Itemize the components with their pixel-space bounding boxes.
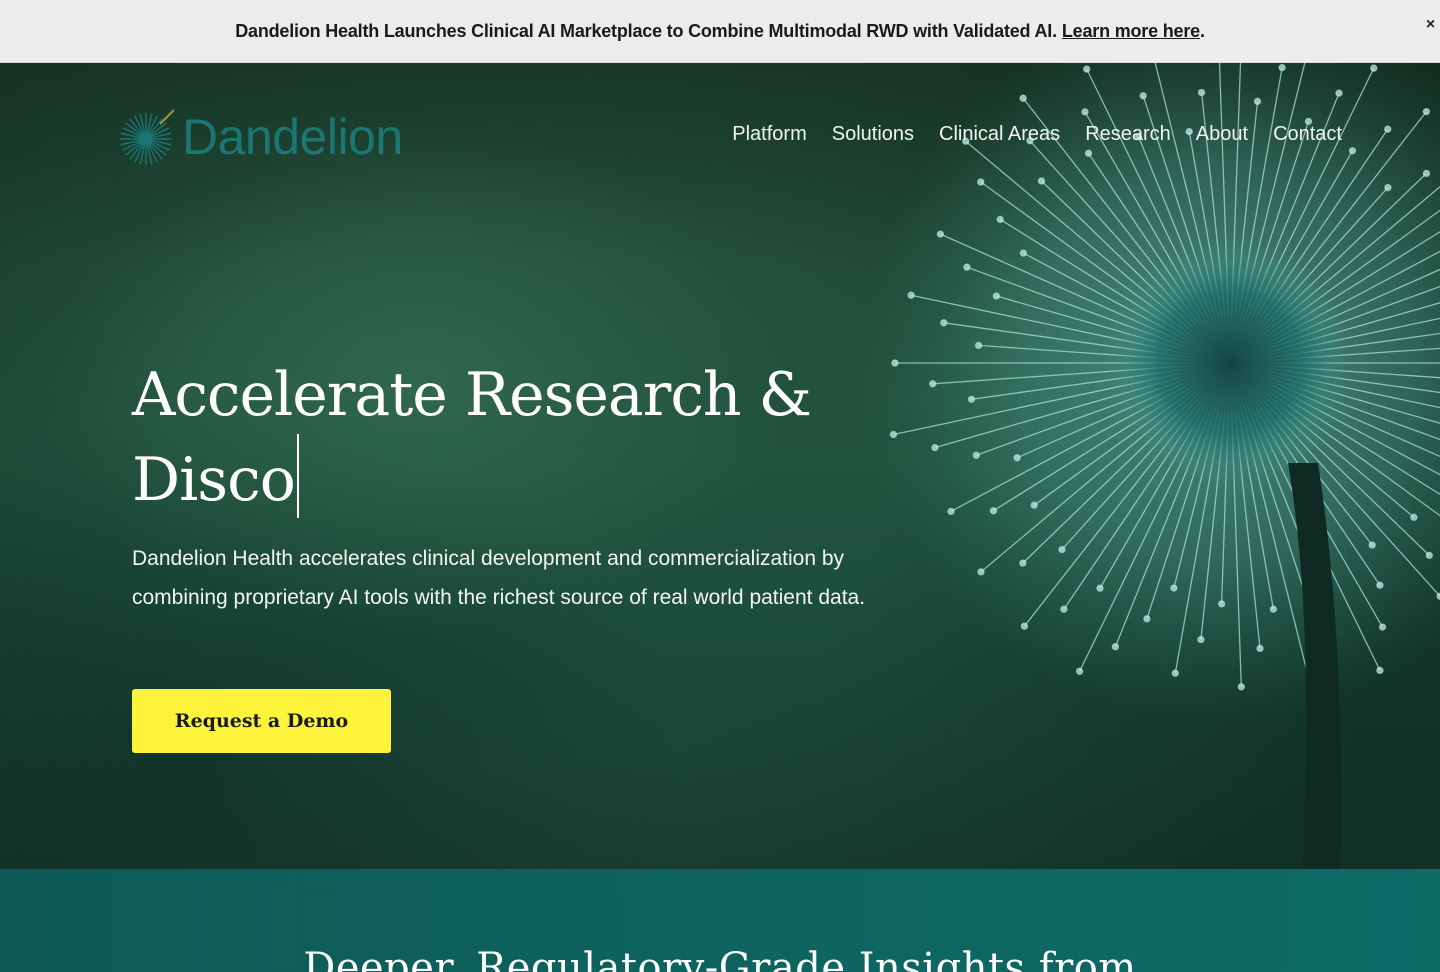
brand-logo[interactable]: Dandelion xyxy=(116,106,403,168)
headline-line-2: Disco xyxy=(132,445,296,515)
hero-section: Dandelion Platform Solutions Clinical Ar… xyxy=(0,63,1440,869)
dandelion-photo xyxy=(860,63,1440,869)
close-icon[interactable]: × xyxy=(1426,16,1435,34)
nav-clinical-areas[interactable]: Clinical Areas xyxy=(939,123,1060,146)
announcement-period: . xyxy=(1199,20,1205,41)
learn-more-link[interactable]: Learn more here xyxy=(1062,21,1200,42)
main-nav: Platform Solutions Clinical Areas Resear… xyxy=(707,123,1342,146)
brand-name: Dandelion xyxy=(182,109,403,165)
request-demo-button[interactable]: Request a Demo xyxy=(132,689,391,753)
nav-research[interactable]: Research xyxy=(1085,123,1171,146)
dandelion-seed-logo-icon xyxy=(120,109,175,165)
announcement-bar: Dandelion Health Launches Clinical AI Ma… xyxy=(0,0,1440,63)
nav-solutions[interactable]: Solutions xyxy=(832,123,914,146)
hero-subcopy: Dandelion Health accelerates clinical de… xyxy=(132,547,866,609)
insights-heading: Deeper, Regulatory-Grade Insights from xyxy=(303,945,1137,972)
hero-headline: Accelerate Research & Disco xyxy=(132,356,892,519)
insights-section: Deeper, Regulatory-Grade Insights from xyxy=(0,869,1440,972)
headline-line-1: Accelerate Research & xyxy=(132,360,812,430)
nav-contact[interactable]: Contact xyxy=(1273,123,1342,146)
nav-platform[interactable]: Platform xyxy=(732,123,806,146)
announcement-text: Dandelion Health Launches Clinical AI Ma… xyxy=(235,20,1057,41)
nav-about[interactable]: About xyxy=(1196,123,1248,146)
typing-cursor xyxy=(296,434,299,518)
